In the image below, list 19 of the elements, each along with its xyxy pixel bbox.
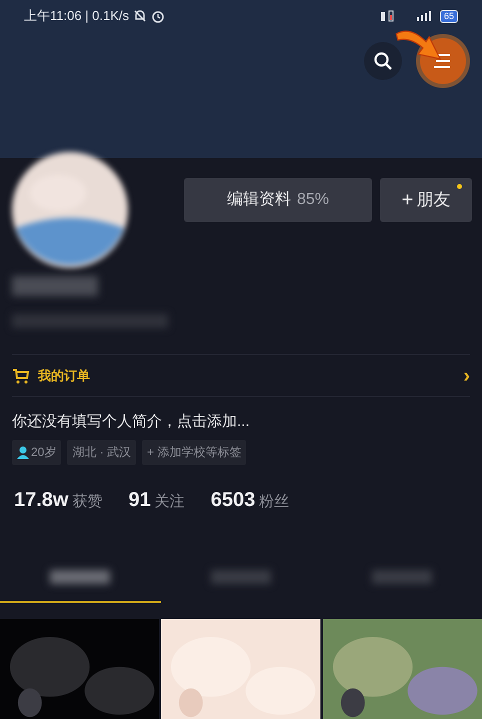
search-icon [373, 51, 393, 71]
battery-indicator: 65 [440, 10, 458, 22]
bio-text[interactable]: 你还没有填写个人简介，点击添加... [12, 411, 470, 434]
status-time: 上午11:06 | 0.1K/s [24, 7, 130, 26]
alarm-icon [151, 9, 166, 23]
bell-off-icon [133, 9, 148, 23]
edit-profile-button[interactable]: 编辑资料 85% [184, 178, 372, 222]
my-orders-row[interactable]: 我的订单 › [12, 355, 470, 397]
add-friend-button[interactable]: +朋友 [380, 178, 472, 222]
stat-count[interactable]: 6503 粉丝 [210, 484, 290, 514]
profile-tag: 20岁 [12, 440, 62, 464]
menu-icon [434, 54, 452, 68]
profile-tag: 湖北 · 武汉 [67, 440, 136, 464]
profile-tag: + 添加学校等标签 [142, 440, 246, 464]
person-icon [17, 446, 29, 458]
stat-count[interactable]: 91 关注 [128, 484, 185, 514]
search-button[interactable] [364, 42, 402, 80]
stat-count[interactable]: 17.8w 获赞 [14, 484, 102, 514]
cart-icon [12, 368, 30, 384]
